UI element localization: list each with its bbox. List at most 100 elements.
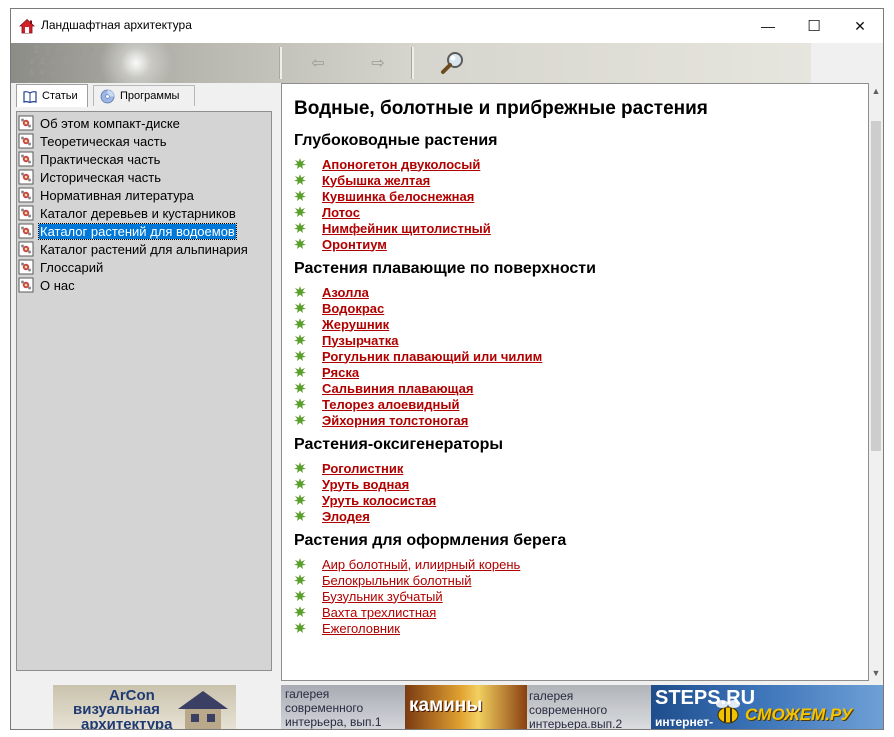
plant-link[interactable]: ирный корень <box>437 557 520 572</box>
close-button[interactable]: ✕ <box>837 9 883 43</box>
plant-link[interactable]: Сальвиния плавающая <box>322 381 474 396</box>
bullet-leaf-icon <box>294 174 306 185</box>
arcon-subtitle-2: архитектура <box>81 716 173 730</box>
plant-link[interactable]: Белокрыльник болотный <box>322 573 471 588</box>
document-flower-icon <box>18 205 34 221</box>
plant-link[interactable]: Водокрас <box>322 301 384 316</box>
tree-item-label: Каталог растений для водоемов <box>38 222 237 240</box>
gallery-1-line-1: галерея <box>285 687 330 701</box>
toolbar: Σ ∇ ≡ √ ♦ Λ ∨ ∆ ⊙ Ψ ≥ ∗ ∧ ⊕ ⊇ ∞ ∆ ≈ Ω ÷ … <box>11 43 811 83</box>
gallery-2-line-2: современного <box>529 703 608 717</box>
tab-label: Программы <box>120 90 180 102</box>
plant-link[interactable]: Кубышка желтая <box>322 173 430 188</box>
tree-item[interactable]: Глоссарий <box>17 258 271 276</box>
forward-button[interactable]: ⇨ <box>363 49 393 77</box>
bullet-leaf-icon <box>294 622 306 633</box>
back-button[interactable]: ⇦ <box>303 49 333 77</box>
arcon-banner[interactable]: ArCon визуальная архитектура <box>53 685 236 730</box>
tree-item[interactable]: Каталог растений для водоемов <box>17 222 271 240</box>
link-separator: , или <box>407 556 437 572</box>
plant-link[interactable]: Вахта трехлистная <box>322 605 436 620</box>
plant-link[interactable]: Лотос <box>322 205 360 220</box>
bullet-leaf-icon <box>294 574 306 585</box>
tab-articles[interactable]: Статьи <box>16 84 88 107</box>
list-item: Уруть водная <box>294 476 854 492</box>
tree-item[interactable]: О нас <box>17 276 271 294</box>
gallery-2-banner[interactable]: галерея современного интерьера.вып.2 <box>527 685 651 729</box>
scroll-up-icon[interactable]: ▲ <box>869 83 883 99</box>
list-item: Жерушник <box>294 316 854 332</box>
list-item: Нимфейник щитолистный <box>294 220 854 236</box>
section-heading: Растения плавающие по поверхности <box>294 260 596 277</box>
plant-link[interactable]: Уруть колосистая <box>322 493 436 508</box>
contents-tree[interactable]: Об этом компакт-диске Теоретическая часть… <box>16 111 272 671</box>
plant-link[interactable]: Аир болотный <box>322 557 408 572</box>
plant-link[interactable]: Пузырчатка <box>322 333 398 348</box>
article-view[interactable]: Водные, болотные и прибрежные растения Г… <box>281 83 869 681</box>
tab-programs[interactable]: Программы <box>93 85 195 106</box>
tree-item-label: Нормативная литература <box>40 187 194 203</box>
scrollbar-thumb[interactable] <box>871 121 881 451</box>
plant-link[interactable]: Азолла <box>322 285 369 300</box>
tree-item[interactable]: Теоретическая часть <box>17 132 271 150</box>
list-item: Ежеголовник <box>294 620 854 636</box>
bullet-leaf-icon <box>294 478 306 489</box>
document-flower-icon <box>18 133 34 149</box>
section-heading: Растения для оформления берега <box>294 532 567 549</box>
minimize-button[interactable]: — <box>745 9 791 43</box>
document-flower-icon <box>18 223 34 239</box>
plant-link[interactable]: Ряска <box>322 365 359 380</box>
list-item: Уруть колосистая <box>294 492 854 508</box>
plant-link[interactable]: Рогульник плавающий или чилим <box>322 349 542 364</box>
bee-icon <box>716 700 740 724</box>
tree-item[interactable]: Об этом компакт-диске <box>17 114 271 132</box>
tree-item[interactable]: Нормативная литература <box>17 186 271 204</box>
tree-item[interactable]: Практическая часть <box>17 150 271 168</box>
tree-item-label: Глоссарий <box>40 259 104 275</box>
house-illustration <box>178 691 228 729</box>
search-button[interactable] <box>437 49 469 77</box>
plant-link[interactable]: Кувшинка белоснежная <box>322 189 474 204</box>
plant-link[interactable]: Эйхорния толстоногая <box>322 413 468 428</box>
scroll-down-icon[interactable]: ▼ <box>869 665 883 681</box>
bullet-leaf-icon <box>294 590 306 601</box>
document-flower-icon <box>18 277 34 293</box>
tree-item[interactable]: Историческая часть <box>17 168 271 186</box>
tree-item-label: О нас <box>40 277 75 293</box>
list-item: Роголистник <box>294 460 854 476</box>
plant-link[interactable]: Оронтиум <box>322 237 387 252</box>
title-bar[interactable]: Ландшафтная архитектура — ☐ ✕ <box>11 9 883 43</box>
bullet-leaf-icon <box>294 334 306 345</box>
fireplaces-banner[interactable]: камины <box>405 685 527 729</box>
bullet-leaf-icon <box>294 462 306 473</box>
plant-link[interactable]: Телорез алоевидный <box>322 397 459 412</box>
tree-item[interactable]: Каталог растений для альпинария <box>17 240 271 258</box>
maximize-button[interactable]: ☐ <box>791 9 837 43</box>
bullet-leaf-icon <box>294 510 306 521</box>
tree-item[interactable]: Каталог деревьев и кустарников <box>17 204 271 222</box>
plant-link[interactable]: Жерушник <box>322 317 389 332</box>
plant-link[interactable]: Ежеголовник <box>322 621 400 636</box>
tab-label: Статьи <box>42 90 78 102</box>
bullet-leaf-icon <box>294 222 306 233</box>
plant-link[interactable]: Апоногетон двуколосый <box>322 157 480 172</box>
plant-link[interactable]: Нимфейник щитолистный <box>322 221 491 236</box>
list-item: Рогульник плавающий или чилим <box>294 348 854 364</box>
plant-link[interactable]: Бузульник зубчатый <box>322 589 443 604</box>
forward-arrow-icon: ⇨ <box>371 55 385 72</box>
bullet-leaf-icon <box>294 158 306 169</box>
list-item: Телорез алоевидный <box>294 396 854 412</box>
steps-banner[interactable]: STEPS.RU интернет- СМОЖЕМ.РУ <box>651 685 883 729</box>
gallery-1-banner[interactable]: галерея современного интерьера, вып.1 <box>281 685 407 729</box>
tree-item-label: Об этом компакт-диске <box>40 115 180 131</box>
list-item: Сальвиния плавающая <box>294 380 854 396</box>
bullet-leaf-icon <box>294 494 306 505</box>
list-item: Вахта трехлистная <box>294 604 854 620</box>
tree-item-label: Теоретическая часть <box>40 133 167 149</box>
plant-link[interactable]: Роголистник <box>322 461 403 476</box>
section-heading: Растения-оксигенераторы <box>294 436 504 453</box>
bullet-leaf-icon <box>294 190 306 201</box>
vertical-scrollbar[interactable]: ▲ ▼ <box>869 83 883 681</box>
plant-link[interactable]: Элодея <box>322 509 370 524</box>
plant-link[interactable]: Уруть водная <box>322 477 409 492</box>
